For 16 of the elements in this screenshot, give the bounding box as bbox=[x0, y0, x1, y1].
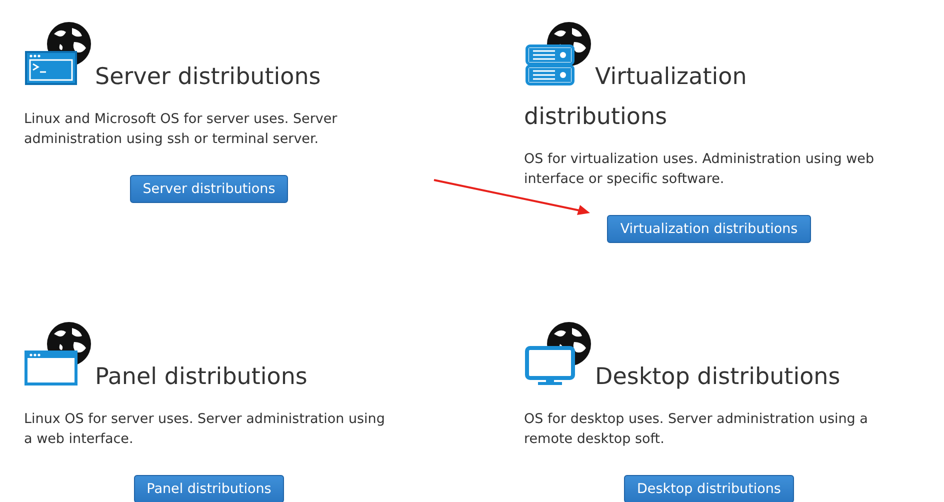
section-title: Desktop distributions bbox=[524, 320, 894, 397]
section-description: OS for desktop uses. Server administration using a remote desktop soft. bbox=[524, 410, 869, 449]
section-title: Panel distributions bbox=[24, 320, 394, 397]
section-description: Linux OS for server uses. Server administration using a web interface. bbox=[24, 410, 386, 449]
section-title: Virtualization distributions bbox=[524, 20, 894, 137]
globe-server-icon bbox=[524, 20, 594, 86]
globe-monitor-icon bbox=[524, 320, 594, 386]
distributions-button[interactable]: Server distributions bbox=[130, 175, 288, 203]
globe-terminal-icon bbox=[24, 20, 94, 86]
globe-window-icon bbox=[24, 320, 94, 386]
distributions-button[interactable]: Panel distributions bbox=[134, 475, 284, 502]
section-title: Server distributions bbox=[24, 20, 394, 97]
section-description: Linux and Microsoft OS for server uses. Server administration using ssh or terminal server. bbox=[24, 110, 338, 149]
distributions-button[interactable]: Virtualization distributions bbox=[607, 215, 811, 243]
distributions-button[interactable]: Desktop distributions bbox=[624, 475, 794, 502]
section-description: OS for virtualization uses. Administration using web interface or specific software. bbox=[524, 150, 876, 189]
